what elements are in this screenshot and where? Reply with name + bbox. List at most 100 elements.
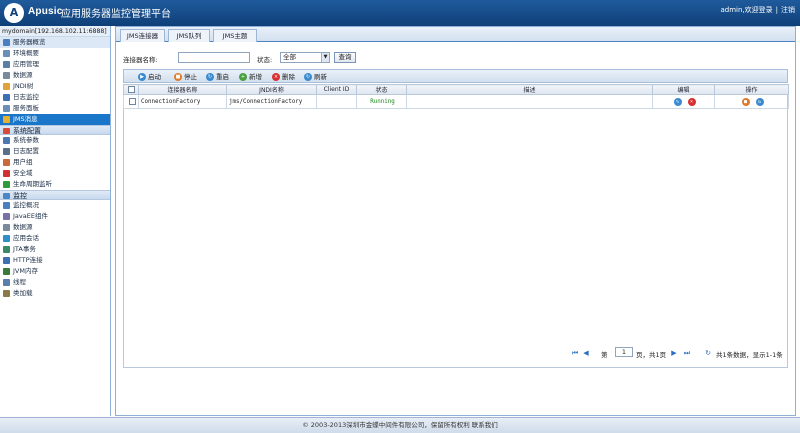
sidebar-item-label: 数据源 <box>13 71 33 79</box>
sidebar-section-title: 监控 <box>13 192 27 200</box>
page-number-input[interactable]: 1 <box>615 347 633 357</box>
sidebar-item-label: 生命周期监听 <box>13 180 52 188</box>
cell-description <box>406 94 653 109</box>
status-select-value: 全部 <box>283 53 296 61</box>
sidebar-item-2-5[interactable]: HTTP连接 <box>0 255 110 266</box>
sidebar-item-0-3[interactable]: 数据源 <box>0 70 110 81</box>
sidebar-item-label: JTA事务 <box>13 245 36 253</box>
last-page-icon[interactable]: ⏭ <box>683 349 691 357</box>
toolbar-label: 删除 <box>282 73 295 81</box>
status-select[interactable]: 全部 ▼ <box>280 52 330 63</box>
add-button[interactable]: + 新增 <box>239 72 262 82</box>
cell-actions: ■ ↻ <box>714 94 789 109</box>
sidebar-item-2-3[interactable]: 应用会话 <box>0 233 110 244</box>
edit-icon[interactable]: ✎ <box>673 97 682 106</box>
sidebar-item-label: 线程 <box>13 278 26 286</box>
logout-link[interactable]: 注销 <box>781 6 795 14</box>
sidebar-item-0-0[interactable]: 服务器概览 <box>0 37 110 48</box>
cell-jndi-name: jms/ConnectionFactory <box>226 94 317 109</box>
memory-icon <box>3 268 10 275</box>
refresh-page-icon[interactable]: ↻ <box>704 349 712 357</box>
stop-icon[interactable]: ■ <box>741 97 750 106</box>
refresh-icon: ↻ <box>304 73 312 81</box>
chevron-down-icon[interactable]: ▼ <box>321 53 329 62</box>
page-prefix: 第 <box>601 351 608 359</box>
mail-icon <box>3 116 10 123</box>
tab-jms-topic[interactable]: JMS主题 <box>213 29 257 42</box>
next-page-icon[interactable]: ▶ <box>670 349 678 357</box>
delete-button[interactable]: × 删除 <box>272 72 295 82</box>
restart-icon[interactable]: ↻ <box>755 97 764 106</box>
toolbar-label: 启动 <box>148 73 161 81</box>
sidebar-item-1-4[interactable]: 生命周期监听 <box>0 179 110 190</box>
sidebar-item-0-7[interactable]: JMS消息 <box>0 114 110 125</box>
start-button[interactable]: ▶ 启动 <box>138 72 161 82</box>
prev-page-icon[interactable]: ◀ <box>582 349 590 357</box>
sidebar-item-2-2[interactable]: 数据源 <box>0 222 110 233</box>
sidebar-item-label: 日志配置 <box>13 147 39 155</box>
grid-area <box>123 84 788 368</box>
sidebar-item-2-8[interactable]: 类加载 <box>0 288 110 299</box>
sidebar-item-label: 日志监控 <box>13 93 39 101</box>
pagination: ⏮ ◀ 第 1 页，共1页 ▶ ⏭ ↻ 共1条数据，显示1-1条 <box>571 347 791 359</box>
sidebar-item-label: JVM内存 <box>13 267 38 275</box>
lifecycle-icon <box>3 181 10 188</box>
sidebar-item-label: 环境概要 <box>13 49 39 57</box>
log-config-icon <box>3 148 10 155</box>
sidebar-item-0-5[interactable]: 日志监控 <box>0 92 110 103</box>
sidebar-item-2-4[interactable]: JTA事务 <box>0 244 110 255</box>
sidebar-item-2-6[interactable]: JVM内存 <box>0 266 110 277</box>
cell-client-id <box>316 94 357 109</box>
connector-name-input[interactable] <box>178 52 250 63</box>
sidebar-item-1-3[interactable]: 安全域 <box>0 168 110 179</box>
header-edit: 编辑 <box>652 84 715 95</box>
tab-jms-queue[interactable]: JMS队列 <box>168 29 210 42</box>
header-connector-name: 连接器名称 <box>138 84 227 95</box>
sidebar-item-label: 类加载 <box>13 289 33 297</box>
delete-icon[interactable]: × <box>687 97 696 106</box>
sidebar-item-1-2[interactable]: 用户组 <box>0 157 110 168</box>
sidebar-item-label: JavaEE组件 <box>13 212 48 220</box>
header-client-id: Client ID <box>316 84 357 95</box>
log-icon <box>3 94 10 101</box>
cell-edit: ✎ × <box>652 94 715 109</box>
sidebar-item-1-0[interactable]: 系统参数 <box>0 135 110 146</box>
row-select-cell <box>123 94 139 109</box>
app-header: A Apusic 应用服务器监控管理平台 admin,欢迎登录 | 注销 <box>0 0 800 26</box>
restart-button[interactable]: ↻ 重启 <box>206 72 229 82</box>
tab-jms-connector[interactable]: JMS连接器 <box>120 29 165 42</box>
header-status: 状态 <box>356 84 407 95</box>
query-button[interactable]: 查询 <box>334 52 356 63</box>
sidebar-item-2-0[interactable]: 监控概况 <box>0 200 110 211</box>
stop-button[interactable]: ■ 停止 <box>174 72 197 82</box>
users-icon <box>3 159 10 166</box>
sidebar-item-1-1[interactable]: 日志配置 <box>0 146 110 157</box>
row-checkbox[interactable] <box>128 98 136 105</box>
select-all-checkbox[interactable] <box>127 86 135 93</box>
sidebar-item-2-1[interactable]: JavaEE组件 <box>0 211 110 222</box>
component-icon <box>3 213 10 220</box>
sidebar-item-0-6[interactable]: 服务面板 <box>0 103 110 114</box>
doc-icon <box>3 50 10 57</box>
first-page-icon[interactable]: ⏮ <box>571 349 579 357</box>
sidebar-item-0-1[interactable]: 环境概要 <box>0 48 110 59</box>
sidebar: mydomain[192.168.102.11:6888] 服务器概览 环境概要应… <box>0 26 111 416</box>
app-icon <box>3 61 10 68</box>
refresh-button[interactable]: ↻ 刷新 <box>304 72 327 82</box>
classload-icon <box>3 290 10 297</box>
connector-table: 连接器名称 JNDI名称 Client ID 状态 描述 编辑 操作 Conne… <box>123 84 789 109</box>
sidebar-section-1[interactable]: 系统配置 <box>0 125 110 135</box>
sidebar-item-label: JMS消息 <box>13 115 38 123</box>
monitor-icon <box>3 193 10 199</box>
sidebar-item-2-7[interactable]: 线程 <box>0 277 110 288</box>
sidebar-section-title: 系统配置 <box>13 127 41 135</box>
server-icon <box>3 39 10 46</box>
separator: | <box>775 6 778 14</box>
start-icon: ▶ <box>138 73 146 81</box>
sidebar-item-0-2[interactable]: 应用管理 <box>0 59 110 70</box>
sidebar-section-2[interactable]: 监控 <box>0 190 110 200</box>
sidebar-item-0-4[interactable]: JNDI树 <box>0 81 110 92</box>
table-row[interactable]: ConnectionFactory jms/ConnectionFactory … <box>123 94 789 109</box>
tab-bar: JMS连接器 JMS队列 JMS主题 <box>116 27 795 42</box>
sidebar-item-label: 数据源 <box>13 223 33 231</box>
